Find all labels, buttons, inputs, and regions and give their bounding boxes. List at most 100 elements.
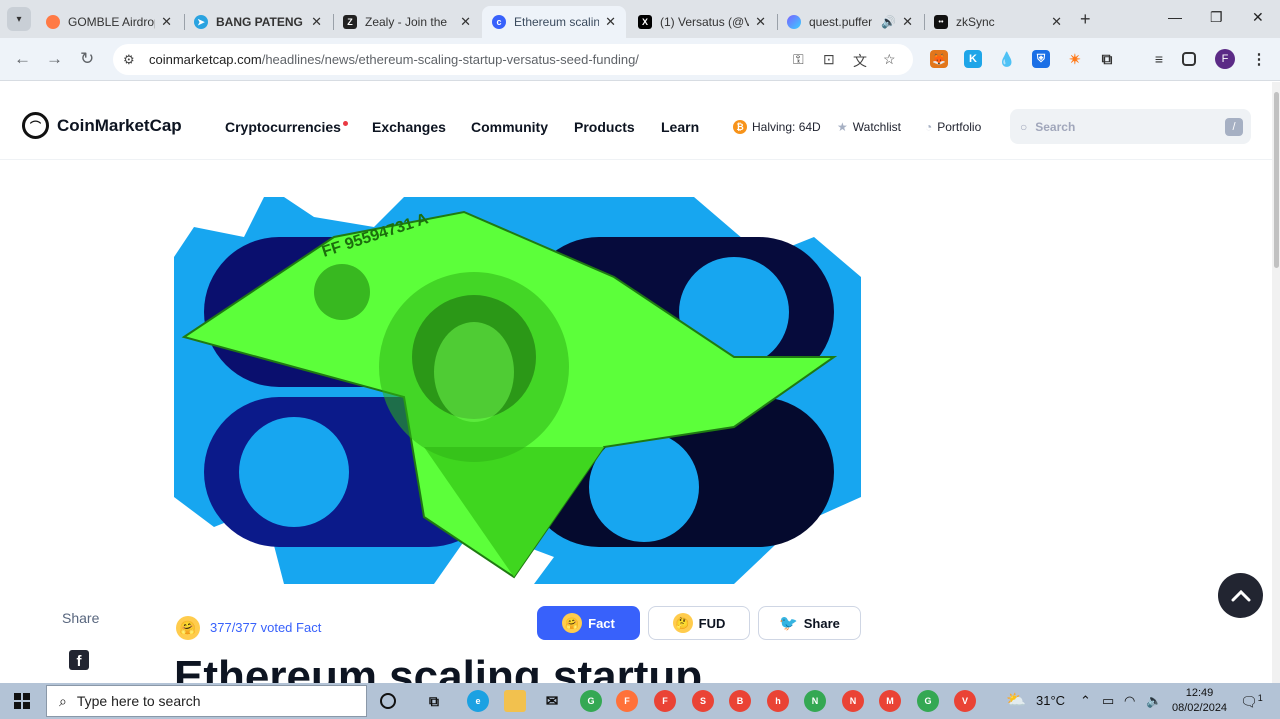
share-sidebar-label: Share [62, 610, 100, 626]
battery-icon[interactable]: ▭ [1102, 693, 1114, 709]
taskbar-search-box[interactable]: ⌕ Type here to search [46, 685, 367, 717]
weather-icon[interactable]: ⛅ [1006, 690, 1026, 710]
key-icon[interactable]: ⚿ [793, 51, 804, 68]
extensions-puzzle-icon[interactable]: ⧉ [1098, 50, 1116, 68]
edge-icon[interactable]: e [467, 690, 489, 712]
nav-exchanges[interactable]: Exchanges [372, 119, 446, 135]
side-panel-icon[interactable] [1182, 52, 1196, 66]
chrome-profile-img-icon[interactable]: G [917, 690, 939, 712]
scroll-to-top-button[interactable] [1218, 573, 1263, 618]
firefox-icon[interactable]: F [616, 690, 638, 712]
close-icon[interactable]: ✕ [311, 14, 322, 30]
forward-icon[interactable]: → [46, 49, 63, 69]
close-icon[interactable]: ✕ [902, 14, 913, 30]
chrome-profile-b-icon[interactable]: B [729, 690, 751, 712]
chrome-profile-1-icon[interactable]: G [580, 690, 602, 712]
sparkle-extension-icon[interactable]: ✴ [1066, 50, 1084, 68]
minimize-icon[interactable]: — [1168, 9, 1182, 25]
fact-vote-button[interactable]: 🤗 Fact [537, 606, 640, 640]
twitter-share-button[interactable]: 🐦 Share [758, 606, 861, 640]
fud-vote-button[interactable]: 🤔 FUD [648, 606, 750, 640]
chrome-profile-m-icon[interactable]: M [879, 690, 901, 712]
metamask-extension-icon[interactable]: 🦊 [930, 50, 948, 68]
tab-title: Ethereum scaling [514, 15, 600, 29]
chrome-profile-n-icon[interactable]: N [804, 690, 826, 712]
tab-versatus[interactable]: X (1) Versatus (@V ✕ [628, 6, 776, 38]
keplr-extension-icon[interactable]: K [964, 50, 982, 68]
logo-text: CoinMarketCap [57, 115, 182, 135]
nav-learn[interactable]: Learn [661, 119, 699, 135]
tab-zksync[interactable]: •• zkSync ✕ [924, 6, 1072, 38]
star-icon: ★ [837, 120, 848, 134]
install-app-icon[interactable]: ⊡ [823, 51, 835, 68]
bitwarden-extension-icon[interactable]: ⛨ [1032, 50, 1050, 68]
reading-list-icon[interactable]: ≡ [1150, 50, 1168, 68]
puffer-favicon-icon [787, 15, 801, 29]
close-window-icon[interactable]: ✕ [1252, 9, 1264, 26]
tab-search-button[interactable]: ▾ [7, 7, 31, 31]
tab-ethereum-scaling[interactable]: c Ethereum scaling ✕ [482, 6, 626, 38]
halving-link[interactable]: ₿ Halving: 64D [733, 120, 821, 134]
mail-icon[interactable]: ✉ [541, 690, 563, 712]
chrome-profile-s-icon[interactable]: S [692, 690, 714, 712]
close-icon[interactable]: ✕ [161, 14, 172, 30]
close-icon[interactable]: ✕ [755, 14, 766, 30]
notification-center-icon[interactable]: 🗨1 [1240, 693, 1263, 711]
close-icon[interactable]: ✕ [460, 14, 471, 30]
search-icon: ○ [1020, 119, 1028, 134]
portfolio-link[interactable]: ◔ Portfolio [925, 120, 981, 134]
clock-date: 08/02/2024 [1172, 702, 1228, 714]
chevron-up-icon [1231, 589, 1250, 601]
volume-icon[interactable]: 🔈 [1146, 693, 1162, 709]
translate-icon[interactable]: 文 [853, 51, 867, 71]
site-settings-icon[interactable]: ⚙ [123, 52, 141, 68]
file-explorer-icon[interactable] [504, 690, 526, 712]
profile-avatar[interactable]: F [1215, 49, 1235, 69]
tab-title: GOMBLE Airdrop [68, 15, 156, 29]
watchlist-link[interactable]: ★ Watchlist [837, 120, 901, 134]
cmc-logo[interactable]: ⌒ CoinMarketCap [22, 112, 182, 139]
close-icon[interactable]: ✕ [605, 14, 616, 30]
nav-community[interactable]: Community [471, 119, 548, 135]
tab-gomble[interactable]: GOMBLE Airdrop ✕ [36, 6, 182, 38]
chrome-profile-v-icon[interactable]: V [954, 690, 976, 712]
chrome-profile-h-icon[interactable]: h [767, 690, 789, 712]
temperature-text[interactable]: 31°C [1036, 693, 1065, 708]
task-view-icon[interactable]: ⧉ [423, 690, 445, 712]
reload-icon[interactable]: ↻ [80, 49, 94, 69]
chrome-profile-n2-icon[interactable]: N [842, 690, 864, 712]
close-icon[interactable]: ✕ [1051, 14, 1062, 30]
cortana-icon[interactable] [380, 693, 396, 709]
drop-extension-icon[interactable]: 💧 [998, 50, 1016, 68]
zealy-favicon-icon: Z [343, 15, 357, 29]
nav-label: Cryptocurrencies [225, 119, 341, 135]
windows-taskbar: ⌕ Type here to search ⧉ e ✉ G F F S B h … [0, 683, 1280, 719]
audio-playing-icon[interactable]: 🔊 [881, 15, 896, 29]
site-search-input[interactable]: ○ Search / [1010, 109, 1251, 144]
windows-start-icon[interactable] [14, 693, 30, 709]
chrome-profile-f-icon[interactable]: F [654, 690, 676, 712]
search-icon: ⌕ [59, 692, 67, 709]
scrollbar-thumb[interactable] [1274, 92, 1279, 268]
taskbar-clock[interactable]: 12:49 08/02/2024 [1172, 686, 1227, 716]
restore-icon[interactable]: ❐ [1210, 9, 1223, 26]
address-bar[interactable]: ⚙ coinmarketcap.com/headlines/news/ether… [113, 44, 913, 75]
bookmark-star-icon[interactable]: ☆ [883, 51, 896, 68]
search-shortcut-badge: / [1225, 118, 1243, 136]
hundred-dollar-bill-illustration: FF 95594731 A [174, 197, 861, 584]
nav-products[interactable]: Products [574, 119, 635, 135]
nav-cryptocurrencies[interactable]: Cryptocurrencies [225, 119, 348, 135]
new-tab-button[interactable]: + [1080, 9, 1091, 30]
back-icon[interactable]: ← [14, 49, 31, 69]
wifi-icon[interactable]: ◠ [1124, 693, 1135, 709]
vote-count: 377/377 voted Fact [210, 620, 322, 635]
tab-zealy[interactable]: Z Zealy - Join the ✕ [333, 6, 481, 38]
tab-title: Zealy - Join the [365, 15, 448, 29]
tab-bang-pateng[interactable]: ➤ BANG PATENG | ✕ [184, 6, 332, 38]
tab-quest-puffer[interactable]: quest.puffer 🔊 ✕ [777, 6, 923, 38]
menu-kebab-icon[interactable]: ⋮ [1250, 50, 1268, 68]
article-hero-image: FF 95594731 A [174, 197, 861, 584]
facebook-share-icon[interactable]: f [69, 650, 89, 670]
bitcoin-icon: ₿ [733, 120, 747, 134]
show-hidden-icons-chevron-icon[interactable]: ⌃ [1080, 693, 1091, 709]
